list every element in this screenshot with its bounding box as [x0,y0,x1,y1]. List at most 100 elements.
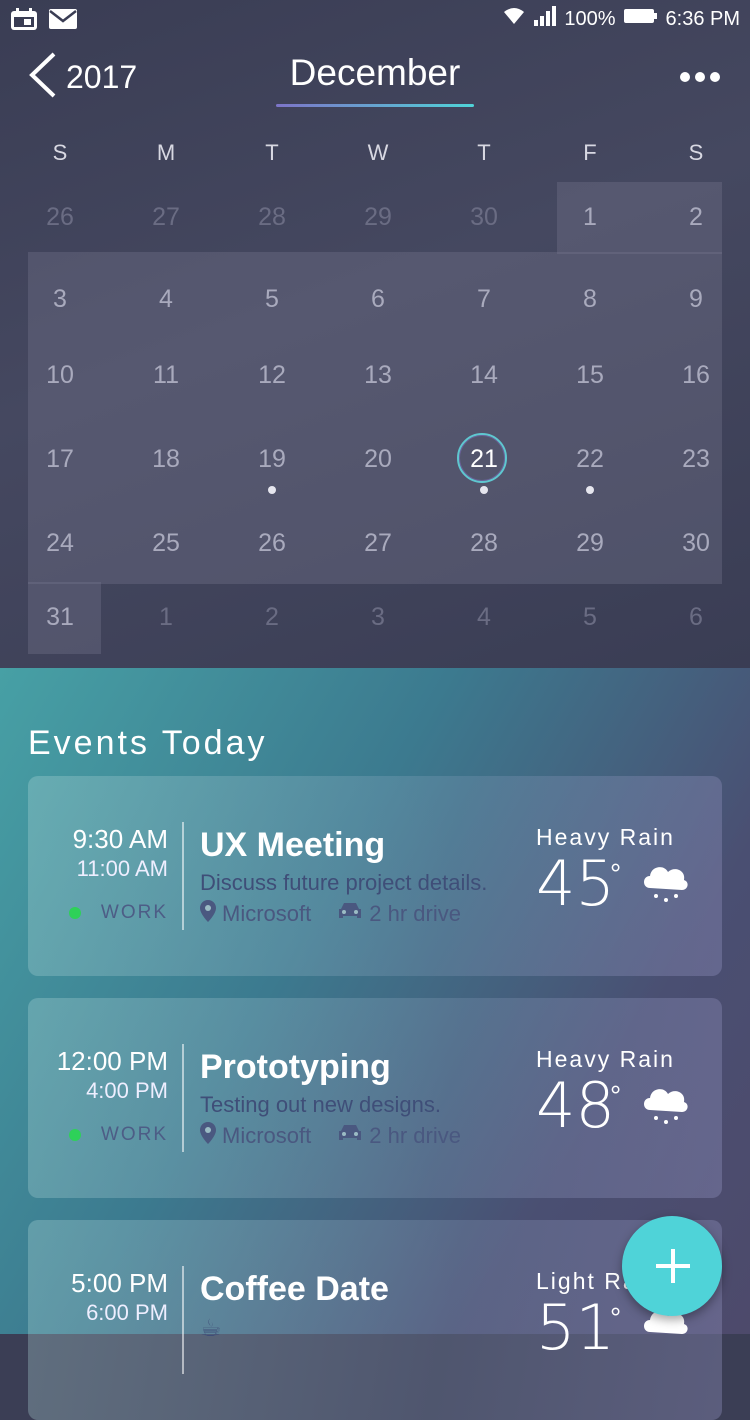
calendar-day[interactable]: 28 [219,203,325,232]
rain-cloud-icon [640,1082,690,1133]
divider [182,822,184,930]
battery-icon [623,7,658,31]
event-location: Microsoft [222,1123,312,1148]
location-pin-icon [200,900,216,928]
calendar-day[interactable]: 13 [325,361,431,390]
calendar-day[interactable]: 7 [431,285,537,314]
event-weather: Heavy Rain 45 ° [536,824,716,915]
calendar-day[interactable]: 25 [113,529,219,558]
month-title[interactable]: December [276,52,474,94]
event-location: Microsoft [222,901,312,926]
calendar-day[interactable]: 5 [219,285,325,314]
calendar-day[interactable]: 2 [643,203,749,232]
calendar-day[interactable]: 16 [643,361,749,390]
calendar-day[interactable]: 24 [7,529,113,558]
status-bar: 100% 6:36 PM [0,0,750,38]
event-tag-label: WORK [100,902,168,923]
calendar-day[interactable]: 30 [431,203,537,232]
divider [182,1044,184,1152]
weekday-label: S [688,140,704,165]
event-card[interactable]: 5:00 PM 6:00 PM Coffee Date ☕ Light Rain… [28,1220,722,1420]
event-card[interactable]: 9:30 AM 11:00 AM WORK UX Meeting Discuss… [28,776,722,976]
calendar-day[interactable]: 21 [431,445,537,474]
event-end-time: 6:00 PM [86,1300,168,1325]
month-underline [276,104,474,107]
weekday-label: F [583,140,597,165]
coffee-icon: ☕ [200,1315,222,1342]
calendar-day[interactable]: 6 [643,603,749,632]
calendar-day[interactable]: 26 [219,529,325,558]
calendar-day[interactable]: 27 [325,529,431,558]
car-icon [337,901,363,927]
event-card[interactable]: 12:00 PM 4:00 PM WORK Prototyping Testin… [28,998,722,1198]
event-tag-label: WORK [100,1124,168,1145]
weekday-label: S [52,140,68,165]
calendar-day[interactable]: 10 [7,361,113,390]
calendar-day[interactable]: 19 [219,445,325,474]
calendar-day[interactable]: 2 [219,603,325,632]
event-meta: Microsoft 2 hr drive [200,900,461,928]
calendar-day[interactable]: 23 [643,445,749,474]
event-description: Discuss future project details. [200,870,488,895]
degree-symbol: ° [610,858,622,889]
degree-symbol: ° [610,1080,622,1111]
calendar-day[interactable]: 12 [219,361,325,390]
events-heading: Events Today [28,724,268,762]
event-start-time: 12:00 PM [56,1046,168,1076]
weekday-label: T [477,140,491,165]
weekday-label: T [265,140,279,165]
calendar-day[interactable]: 8 [537,285,643,314]
calendar-notification-icon [10,7,38,36]
battery-percent: 100% [564,7,616,30]
calendar-day[interactable]: 3 [7,285,113,314]
event-tag: WORK [28,902,168,924]
location-pin-icon [200,1122,216,1150]
calendar-day[interactable]: 30 [643,529,749,558]
event-weather: Heavy Rain 48 ° [536,1046,716,1137]
calendar-day[interactable]: 27 [113,203,219,232]
signal-icon [534,6,557,32]
calendar-day[interactable]: 11 [113,361,219,390]
chevron-left-icon [26,51,58,104]
calendar-day[interactable]: 20 [325,445,431,474]
calendar-day[interactable]: 14 [431,361,537,390]
work-dot-icon [68,1129,81,1141]
calendar-day[interactable]: 9 [643,285,749,314]
event-tag: WORK [28,1124,168,1146]
divider [182,1266,184,1374]
calendar-day[interactable]: 18 [113,445,219,474]
calendar-day[interactable]: 15 [537,361,643,390]
calendar-day[interactable]: 28 [431,529,537,558]
event-description: Testing out new designs. [200,1092,441,1117]
calendar-day[interactable]: 26 [7,203,113,232]
event-indicator-dot [586,486,594,494]
event-title: Coffee Date [200,1270,389,1308]
mail-notification-icon [48,8,78,35]
calendar-day[interactable]: 4 [431,603,537,632]
calendar-day[interactable]: 17 [7,445,113,474]
event-indicator-dot [480,486,488,494]
calendar-day[interactable]: 1 [113,603,219,632]
weekday-label: W [367,140,389,165]
add-event-button[interactable] [622,1216,722,1316]
calendar-day[interactable]: 6 [325,285,431,314]
calendar-day[interactable]: 29 [537,529,643,558]
calendar-day[interactable]: 3 [325,603,431,632]
event-indicator-dot [268,486,276,494]
event-title: UX Meeting [200,826,386,864]
degree-symbol: ° [610,1302,622,1333]
event-times: 9:30 AM 11:00 AM WORK [28,824,168,924]
event-meta: Microsoft 2 hr drive [200,1122,461,1150]
clock: 6:36 PM [665,7,740,30]
calendar-day[interactable]: 31 [7,603,113,632]
calendar-day[interactable]: 5 [537,603,643,632]
event-title: Prototyping [200,1048,391,1086]
calendar-day[interactable]: 22 [537,445,643,474]
calendar-day[interactable]: 1 [537,203,643,232]
calendar-day[interactable]: 29 [325,203,431,232]
back-to-year-button[interactable]: 2017 [26,52,146,102]
event-start-time: 5:00 PM [71,1268,168,1298]
calendar-day[interactable]: 4 [113,285,219,314]
more-options-icon[interactable] [680,72,720,84]
event-times: 12:00 PM 4:00 PM WORK [28,1046,168,1146]
